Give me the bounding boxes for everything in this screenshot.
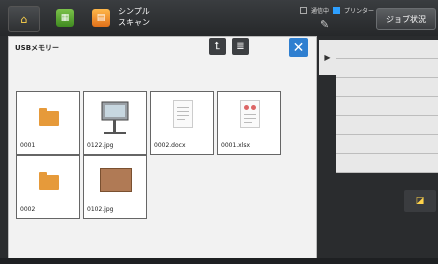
top-bar: ⌂ ▦ ▤ シンプル スキャン 通信中 プリンター ✎ ジョブ状況 <box>0 0 438 36</box>
document-icon <box>173 100 193 128</box>
list-row <box>336 97 438 116</box>
file-label: 0001.xlsx <box>221 142 251 149</box>
status-dot-active <box>333 7 341 14</box>
status-comm: 通信中 <box>311 8 330 15</box>
folder-icon <box>39 108 59 126</box>
file-tile-0001[interactable]: 0001 <box>16 91 80 155</box>
status-indicators: 通信中 プリンター <box>300 6 374 15</box>
list-row <box>336 154 438 173</box>
right-list <box>336 40 438 173</box>
file-label: 0002.docx <box>154 142 186 149</box>
file-label: 0001 <box>20 142 36 149</box>
simple-scan-label[interactable]: シンプル スキャン <box>118 6 150 28</box>
wrench-icon[interactable]: ✎ <box>320 18 329 31</box>
reset-icon: ◪ <box>415 196 425 206</box>
expand-arrow-icon: ▶ <box>324 53 331 62</box>
file-tile-0001-xlsx[interactable]: 0001.xlsx <box>217 91 281 155</box>
scan-icon: ▤ <box>96 13 106 23</box>
spreadsheet-icon <box>240 100 260 128</box>
list-view-icon: ≣ <box>236 41 245 52</box>
reset-button[interactable]: ◪ <box>404 190 436 212</box>
list-row <box>336 135 438 154</box>
bottom-bar <box>0 258 438 264</box>
file-label: 0102.jpg <box>87 206 114 213</box>
close-icon: ✕ <box>292 39 305 56</box>
up-arrow-icon: ⮤ <box>214 41 221 52</box>
file-tile-0122[interactable]: 0122.jpg <box>83 91 147 155</box>
image-thumbnail-icon <box>100 168 132 192</box>
home-icon: ⌂ <box>20 12 28 26</box>
app-icon: ▦ <box>60 13 70 23</box>
file-label: 0122.jpg <box>87 142 114 149</box>
close-button[interactable]: ✕ <box>289 38 308 57</box>
panel-title: USBメモリー <box>15 44 60 52</box>
home-button[interactable]: ⌂ <box>8 6 40 32</box>
file-tile-0002-docx[interactable]: 0002.docx <box>150 91 214 155</box>
file-tile-0102[interactable]: 0102.jpg <box>83 155 147 219</box>
up-folder-button[interactable]: ⮤ <box>209 38 226 55</box>
list-row <box>336 116 438 135</box>
status-printer: プリンター <box>344 8 375 15</box>
list-row <box>336 78 438 97</box>
list-row <box>336 59 438 78</box>
image-thumbnail-icon <box>101 101 129 134</box>
job-status-button[interactable]: ジョブ状況 <box>376 8 436 30</box>
status-dot <box>300 7 307 14</box>
file-tile-0002[interactable]: 0002 <box>16 155 80 219</box>
list-view-button[interactable]: ≣ <box>232 38 249 55</box>
simple-scan-button[interactable]: ▤ <box>92 9 110 27</box>
folder-icon <box>39 172 59 190</box>
app-shortcut-green[interactable]: ▦ <box>56 9 74 27</box>
expand-panel-button[interactable]: ▶ <box>319 40 336 75</box>
file-label: 0002 <box>20 206 36 213</box>
list-row <box>336 40 438 59</box>
